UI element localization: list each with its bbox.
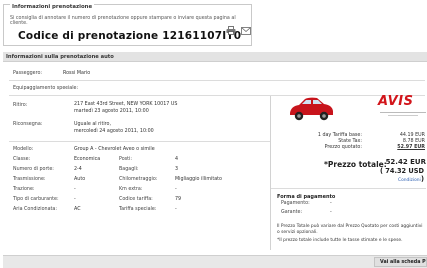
payment-title: Forma di pagamento — [277, 194, 336, 200]
booking-info-subtitle: Si consiglia di annotare il numero di pr… — [10, 16, 236, 26]
booking-code: Codice di prenotazione 12161107IT0 — [18, 30, 242, 42]
tax-value: 8.78 EUR — [402, 139, 425, 144]
doors-label: Numero di porte: — [13, 167, 54, 172]
footer-bar — [3, 255, 427, 268]
booking-info-box: Informazioni prenotazione Si consiglia d… — [3, 4, 252, 46]
seats-value: 4 — [175, 157, 179, 162]
transmission-value: Auto — [74, 177, 86, 182]
divider — [271, 188, 426, 189]
guarantee-label: Garante: — [281, 210, 303, 215]
booking-confirmation-page: Informazioni prenotazione Si consiglia d… — [0, 0, 427, 268]
dropoff-label: Riconsegna: — [13, 122, 43, 127]
price-note: Il Prezzo Totale può variare dal Prezzo … — [277, 224, 423, 235]
go-to-pnr-button[interactable]: Vai alla scheda PN — [374, 257, 427, 267]
equipment-label: Equipaggiamento speciale: — [13, 86, 79, 91]
guarantee-value: - — [330, 210, 332, 215]
avis-logo: AVIS — [378, 94, 414, 109]
print-icon[interactable] — [226, 26, 236, 35]
doors-value: 2-4 — [74, 167, 82, 172]
payment-method-value: - — [330, 201, 332, 206]
dropoff-date: mercoledì 24 agosto 2011, 10:00 — [74, 129, 154, 134]
mileage-label: Chilometraggio: — [119, 177, 158, 182]
passenger-value: Rossi Mario — [63, 71, 91, 76]
passenger-label: Passeggero: — [13, 71, 43, 76]
rate-code-value: 79 — [175, 197, 182, 202]
km-extra-label: Km extra: — [119, 187, 143, 192]
avis-tagline-graphic — [380, 110, 426, 118]
payment-method-label: Pagamento: — [281, 201, 310, 206]
bags-value: 3 — [175, 167, 179, 172]
section-title-bar: Informazioni sulla prenotazione auto — [3, 52, 427, 62]
total-price-eur: 52.42 EUR — [385, 158, 426, 166]
pickup-date: martedì 23 agosto 2011, 10:00 — [74, 109, 149, 114]
divider — [9, 95, 425, 96]
bags-label: Bagagli: — [119, 167, 139, 172]
tax-label: State Tax: — [338, 139, 362, 144]
pickup-label: Ritiro: — [13, 103, 28, 108]
column-divider — [270, 96, 271, 250]
transmission-label: Trasmissione: — [13, 177, 46, 182]
mileage-value: Migliaggio illimitato — [175, 177, 222, 182]
fuel-label: Tipo di carburante: — [13, 197, 59, 202]
car-image — [287, 93, 335, 124]
booking-info-header: Informazioni prenotazione — [10, 4, 95, 10]
divider — [9, 80, 425, 81]
dropoff-address: Uguale al ritiro, — [74, 122, 111, 127]
seats-label: Posti: — [119, 157, 132, 162]
class-label: Classe: — [13, 157, 31, 162]
model-label: Modello: — [13, 147, 34, 152]
pickup-address: 217 East 43rd Street, NEW YORK 10017 US — [74, 102, 178, 107]
section-title: Informazioni sulla prenotazione auto — [6, 54, 114, 60]
ac-label: Aria Condizionata: — [13, 207, 57, 212]
rate-code-label: Codice tariffa: — [119, 197, 153, 202]
conditions-link[interactable]: Condizioni — [398, 178, 421, 183]
ac-value: AC — [74, 207, 81, 212]
special-rate-label: Tariffa speciale: — [119, 207, 157, 212]
model-value: Group A - Chevrolet Aveo o simile — [74, 147, 155, 152]
equipment-value: - — [66, 86, 68, 91]
divider — [9, 141, 270, 142]
fuel-value: - — [74, 197, 76, 202]
special-rate-value: - — [175, 207, 177, 212]
drive-value: - — [74, 187, 76, 192]
base-rate-value: 44.19 EUR — [399, 133, 425, 138]
base-rate-label: 1 day Tariffa base: — [317, 133, 362, 138]
quoted-price-label: Prezzo quotato: — [324, 145, 362, 150]
class-value: Economica — [74, 157, 101, 162]
tax-note: *Il prezzo totale include tutte le tasse… — [277, 238, 403, 243]
email-icon[interactable] — [241, 26, 251, 35]
km-extra-value: - — [175, 187, 177, 192]
quoted-price-value: 52.97 EUR — [397, 145, 425, 150]
drive-label: Trazione: — [13, 187, 35, 192]
